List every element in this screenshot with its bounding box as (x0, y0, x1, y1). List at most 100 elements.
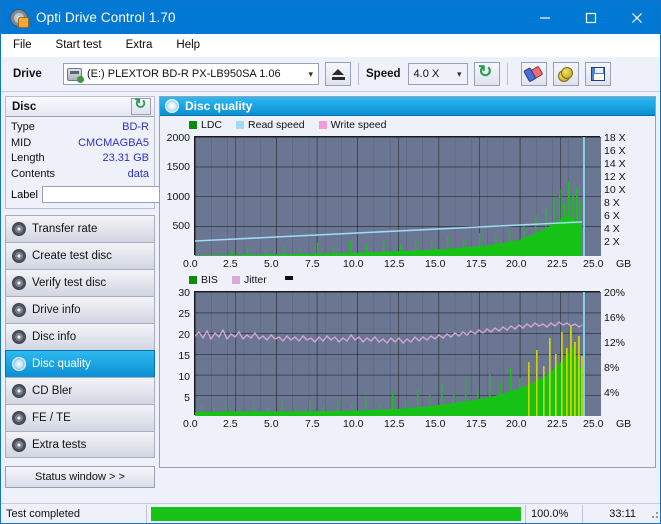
disc-properties: Type BD-R MID CMCMAGBA5 Length 23.31 GB … (6, 117, 244, 208)
legend-swatch-read-speed (236, 120, 245, 129)
sidebar-item-cd-bler[interactable]: CD Bler (5, 377, 155, 404)
sidebar-item-disc-info[interactable]: Disc info (5, 323, 155, 350)
eject-button[interactable] (325, 62, 351, 86)
sidebar-item-transfer-rate[interactable]: Transfer rate (5, 215, 155, 242)
sidebar-item-label: Create test disc (32, 250, 112, 262)
disc-quality-header: Disc quality (160, 97, 655, 116)
sidebar-item-label: Transfer rate (32, 223, 98, 235)
disc-length-value: 23.31 GB (102, 152, 149, 164)
disc-mid-value: CMCMAGBA5 (78, 136, 149, 149)
legend-label-jitter: Jitter (243, 273, 267, 286)
save-button[interactable] (584, 62, 611, 86)
top-xtick-15: 15.0 (425, 258, 446, 270)
top-rtick-14x: 14 X (604, 158, 626, 170)
close-button[interactable] (614, 1, 660, 34)
erase-button[interactable] (520, 62, 547, 86)
disc-panel-header: Disc (6, 96, 154, 117)
coins-button[interactable] (552, 62, 579, 86)
disc-icon (12, 357, 26, 371)
refresh-button[interactable] (473, 62, 500, 86)
top-ytick-1000: 1000 (166, 191, 190, 203)
sidebar-item-create-test-disc[interactable]: Create test disc (5, 242, 155, 269)
disc-icon (12, 330, 26, 344)
menu-extra[interactable]: Extra (124, 38, 155, 52)
sidebar-item-extra-tests[interactable]: Extra tests (5, 431, 155, 458)
disc-icon (12, 384, 26, 398)
top-rtick-16x: 16 X (604, 145, 626, 157)
chevron-down-icon: ▾ (308, 68, 313, 79)
bot-ytick-25: 25 (178, 308, 190, 320)
speed-select-value: 4.0 X (413, 68, 440, 80)
bot-xtick-20: 20.0 (506, 418, 527, 430)
top-ytick-1500: 1500 (166, 161, 190, 173)
top-xtick-10: 10.0 (343, 258, 364, 270)
top-rtick-6x: 6 X (604, 210, 620, 222)
drive-select[interactable]: (E:) PLEXTOR BD-R PX-LB950SA 1.06 ▾ (63, 63, 319, 85)
bot-xtick-10: 10.0 (343, 418, 364, 430)
sidebar-item-label: Extra tests (32, 438, 87, 451)
disc-type-value: BD-R (122, 121, 149, 133)
top-rtick-10x: 10 X (604, 184, 626, 196)
top-rtick-8x: 8 X (604, 197, 620, 209)
coins-icon (558, 67, 574, 82)
bot-rtick-8: 8% (604, 362, 620, 374)
nav-list: Transfer rate Create test disc Verify te… (5, 215, 155, 458)
disc-contents-value: data (127, 167, 149, 180)
sidebar-item-label: Drive info (32, 304, 81, 316)
drive-toolbar: Drive (E:) PLEXTOR BD-R PX-LB950SA 1.06 … (1, 57, 660, 92)
top-xtick-5: 5.0 (264, 258, 279, 270)
top-xtick-0: 0.0 (183, 258, 198, 270)
bot-xaxis-unit: GB (616, 418, 632, 430)
top-xtick-12_5: 12.5 (384, 258, 405, 270)
top-xtick-20: 20.0 (506, 258, 527, 270)
sidebar: Disc Type BD-R MID CMCMAGBA5 Len (1, 92, 244, 488)
disc-panel-title: Disc (12, 100, 37, 113)
status-message: Test completed (6, 507, 80, 520)
bot-rtick-20: 20% (604, 287, 626, 299)
sidebar-item-fe-te[interactable]: FE / TE (5, 404, 155, 431)
disc-icon (12, 249, 26, 263)
chart-marker-icon (284, 275, 293, 280)
legend-label-bis: BIS (201, 273, 218, 286)
bot-xtick-15: 15.0 (425, 418, 446, 430)
bot-xtick-2_5: 2.5 (223, 418, 238, 430)
bot-ytick-15: 15 (178, 350, 190, 362)
sidebar-item-verify-test-disc[interactable]: Verify test disc (5, 269, 155, 296)
menu-bar: File Start test Extra Help (1, 34, 660, 57)
top-ytick-500: 500 (172, 220, 190, 232)
disc-icon (12, 437, 26, 452)
disc-contents-key: Contents (11, 167, 56, 180)
speed-label: Speed (366, 68, 401, 80)
disc-icon (12, 276, 26, 290)
menu-file[interactable]: File (11, 38, 34, 52)
sidebar-item-drive-info[interactable]: Drive info (5, 296, 155, 323)
maximize-button[interactable] (568, 1, 614, 34)
chart-top-plot (194, 136, 601, 256)
window-controls (522, 1, 660, 34)
top-xtick-17_5: 17.5 (466, 258, 487, 270)
bot-ytick-30: 30 (178, 287, 190, 299)
minimize-button[interactable] (522, 1, 568, 34)
disc-icon (12, 222, 26, 236)
resize-grip-icon[interactable] (648, 508, 660, 520)
sidebar-item-label: Disc info (32, 331, 77, 343)
refresh-icon (478, 62, 494, 82)
bot-rtick-4: 4% (604, 387, 620, 399)
disc-refresh-button[interactable] (131, 96, 151, 115)
disc-icon (165, 99, 179, 113)
title-bar: Opti Drive Control 1.70 (1, 1, 660, 34)
legend-swatch-ldc (189, 120, 197, 129)
disc-icon (12, 411, 26, 425)
sidebar-item-disc-quality[interactable]: Disc quality (5, 350, 155, 377)
status-window-button[interactable]: Status window > > (5, 466, 155, 488)
disc-label-key: Label (11, 188, 38, 201)
top-rtick-4x: 4 X (604, 223, 620, 235)
disc-length-key: Length (11, 152, 45, 164)
refresh-icon (134, 96, 148, 113)
bot-ytick-20: 20 (178, 329, 190, 341)
speed-select[interactable]: 4.0 X ▾ (407, 63, 468, 85)
menu-help[interactable]: Help (174, 38, 202, 52)
menu-start-test[interactable]: Start test (54, 38, 104, 52)
top-rtick-2x: 2 X (604, 236, 620, 248)
bot-xtick-12_5: 12.5 (384, 418, 405, 430)
